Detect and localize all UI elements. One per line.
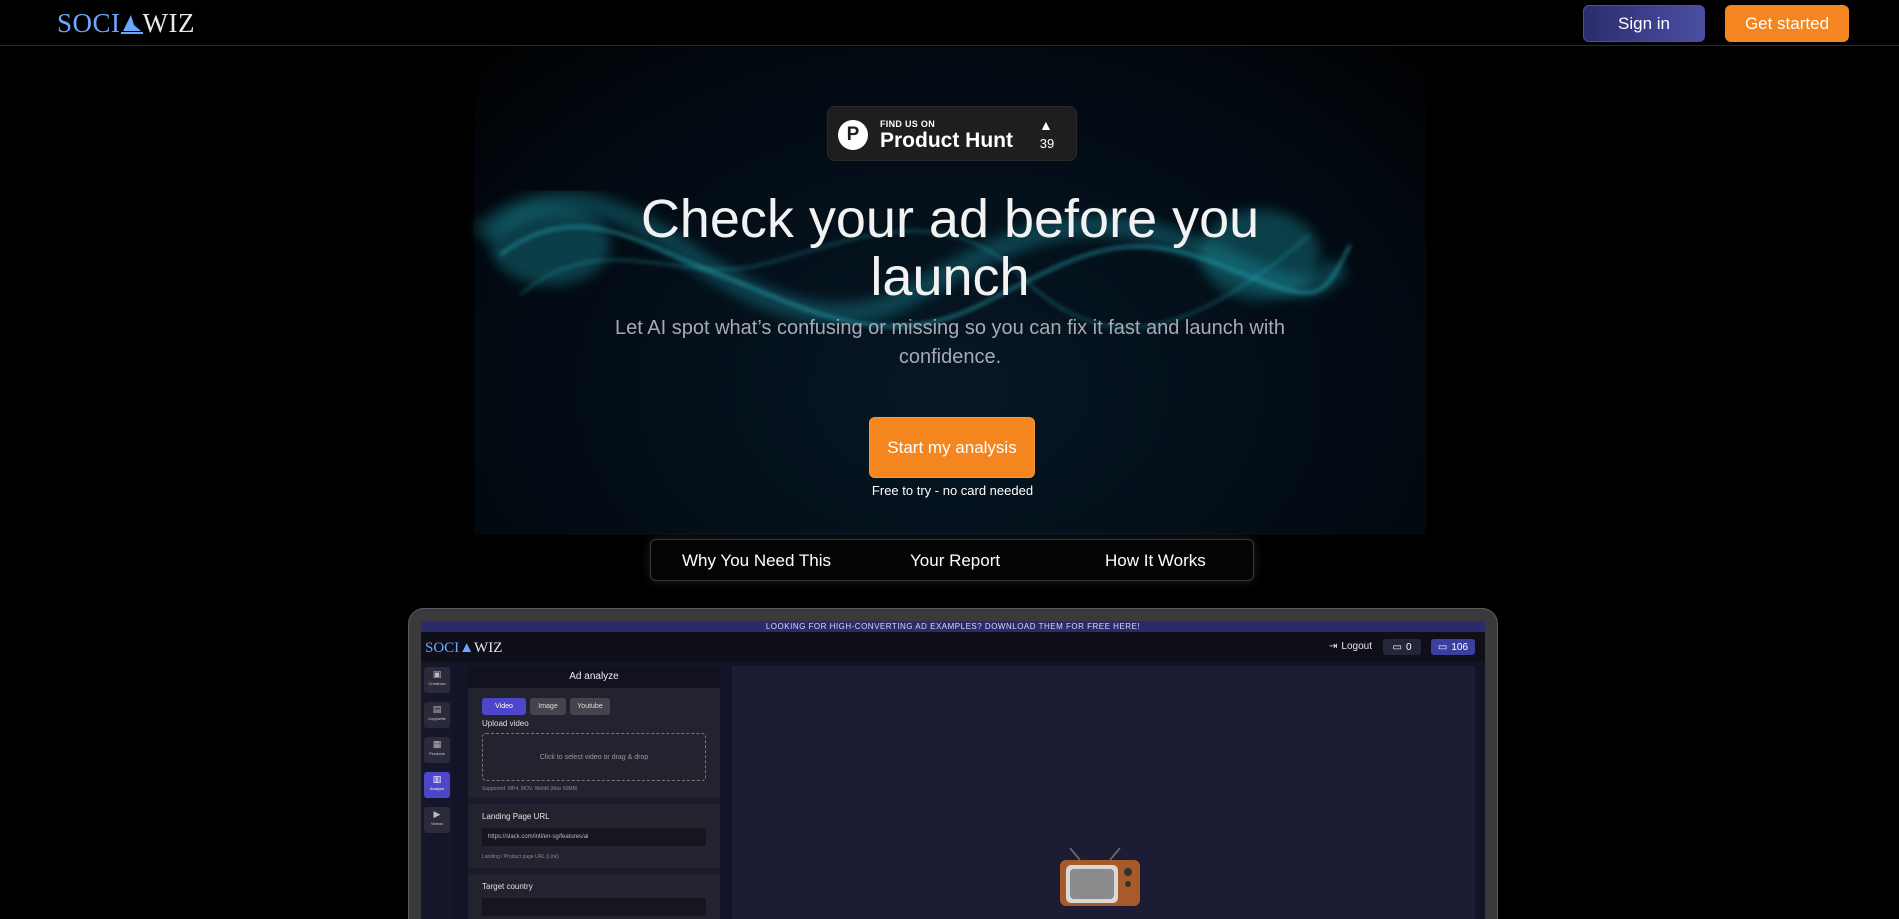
promo-banner: LOOKING FOR HIGH-CONVERTING AD EXAMPLES?… xyxy=(421,621,1485,632)
landing-page-label: Landing Page URL xyxy=(482,812,550,821)
logout-link: ⇥ Logout xyxy=(1329,641,1372,652)
videos-icon: ▶ xyxy=(433,809,441,819)
target-country-card: Target country xyxy=(468,874,720,919)
get-started-button[interactable]: Get started xyxy=(1725,5,1849,42)
video-dropzone: Click to select video or drag & drop xyxy=(482,733,706,781)
logo-text-right: WIZ xyxy=(142,7,195,38)
credit-count-b: 106 xyxy=(1451,641,1469,653)
upvote-arrow-icon: ▲ xyxy=(1039,117,1053,133)
side-item-copywrite: ▤ Copywrite xyxy=(424,702,450,728)
target-country-select xyxy=(482,898,706,916)
app-logo-text-right: WIZ xyxy=(474,640,503,656)
creatives-icon: ▣ xyxy=(432,669,442,679)
tab-why-you-need-this[interactable]: Why You Need This xyxy=(682,551,831,571)
mini-tab-youtube: Youtube xyxy=(570,698,610,715)
hero-title: Check your ad before you launch xyxy=(640,189,1260,307)
sign-in-button[interactable]: Sign in xyxy=(1583,5,1705,42)
target-country-label: Target country xyxy=(482,882,533,891)
products-icon: ▦ xyxy=(432,739,442,749)
side-item-label: Creatives xyxy=(428,681,446,686)
top-navbar: SOCI WIZ Sign in Get started xyxy=(0,0,1899,46)
mini-tab-image: Image xyxy=(530,698,566,715)
logout-label: Logout xyxy=(1341,641,1372,652)
logo-text-left: SOCI xyxy=(57,7,121,38)
side-item-label: Copywrite xyxy=(428,716,446,721)
landing-page-input: https://slack.com/intl/en-sg/features/ai xyxy=(482,828,706,846)
side-item-creatives: ▣ Creatives xyxy=(424,667,450,693)
product-hunt-logo-icon: P xyxy=(838,120,868,150)
laptop-mockup: LOOKING FOR HIGH-CONVERTING AD EXAMPLES?… xyxy=(408,608,1498,919)
preview-area xyxy=(732,666,1475,919)
app-screenshot: LOOKING FOR HIGH-CONVERTING AD EXAMPLES?… xyxy=(421,621,1485,919)
credit-count-a: 0 xyxy=(1405,641,1412,653)
mini-tab-video: Video xyxy=(482,698,526,715)
tab-your-report[interactable]: Your Report xyxy=(910,551,1000,571)
credit-badge-b: ▭ 106 xyxy=(1431,639,1475,655)
analyze-icon: ▥ xyxy=(432,774,442,784)
card-icon: ▭ xyxy=(1437,641,1448,653)
app-logo-text-left: SOCI xyxy=(425,640,460,656)
start-analysis-button[interactable]: Start my analysis xyxy=(869,417,1035,478)
side-item-label: Products xyxy=(429,751,445,756)
credit-badge-a: ▭ 0 xyxy=(1383,639,1421,655)
tab-how-it-works[interactable]: How It Works xyxy=(1105,551,1206,571)
side-item-products: ▦ Products xyxy=(424,737,450,763)
panel-title: Ad analyze xyxy=(468,666,720,688)
product-hunt-title: Product Hunt xyxy=(880,129,1013,152)
side-item-label: Videos xyxy=(430,821,444,826)
wizard-hat-logo-icon xyxy=(120,11,143,35)
product-hunt-caption: FIND US ON xyxy=(880,119,936,129)
product-hunt-badge[interactable]: P FIND US ON Product Hunt ▲ 39 xyxy=(827,106,1077,161)
supported-formats-hint: Supported: MP4, MOV, WebM (Max 50MB) xyxy=(482,786,578,792)
app-logo: SOCI▲WIZ xyxy=(425,640,503,656)
free-trial-note: Free to try - no card needed xyxy=(871,483,1034,498)
app-header: SOCI▲WIZ ⇥ Logout ▭ 0 ▭ 106 xyxy=(421,632,1485,662)
side-item-videos: ▶ Videos xyxy=(424,807,450,833)
retro-tv-icon xyxy=(1060,847,1140,906)
upload-label: Upload video xyxy=(482,719,529,728)
app-side-nav: ▣ Creatives ▤ Copywrite ▦ Products ▥ Analyze… xyxy=(421,662,453,919)
brand-logo[interactable]: SOCI WIZ xyxy=(57,7,195,39)
card-icon: ▭ xyxy=(1392,641,1402,653)
logout-icon: ⇥ xyxy=(1329,641,1338,652)
copywrite-icon: ▤ xyxy=(432,704,442,714)
landing-page-card: Landing Page URL https://slack.com/intl/… xyxy=(468,804,720,868)
landing-page-hint: Landing / Product page URL (Link) xyxy=(482,854,559,860)
upvote-count: 39 xyxy=(1039,136,1055,151)
side-item-label: Analyze xyxy=(429,786,445,791)
side-item-analyze: ▥ Analyze xyxy=(424,772,450,798)
section-tabs: Why You Need This Your Report How It Wor… xyxy=(650,539,1254,581)
hero-subtitle: Let AI spot what’s confusing or missing … xyxy=(615,317,1285,368)
ad-analyze-panel: Ad analyze Video Image Youtube Upload vi… xyxy=(468,666,720,919)
upload-card: Video Image Youtube Upload video Click t… xyxy=(468,688,720,798)
